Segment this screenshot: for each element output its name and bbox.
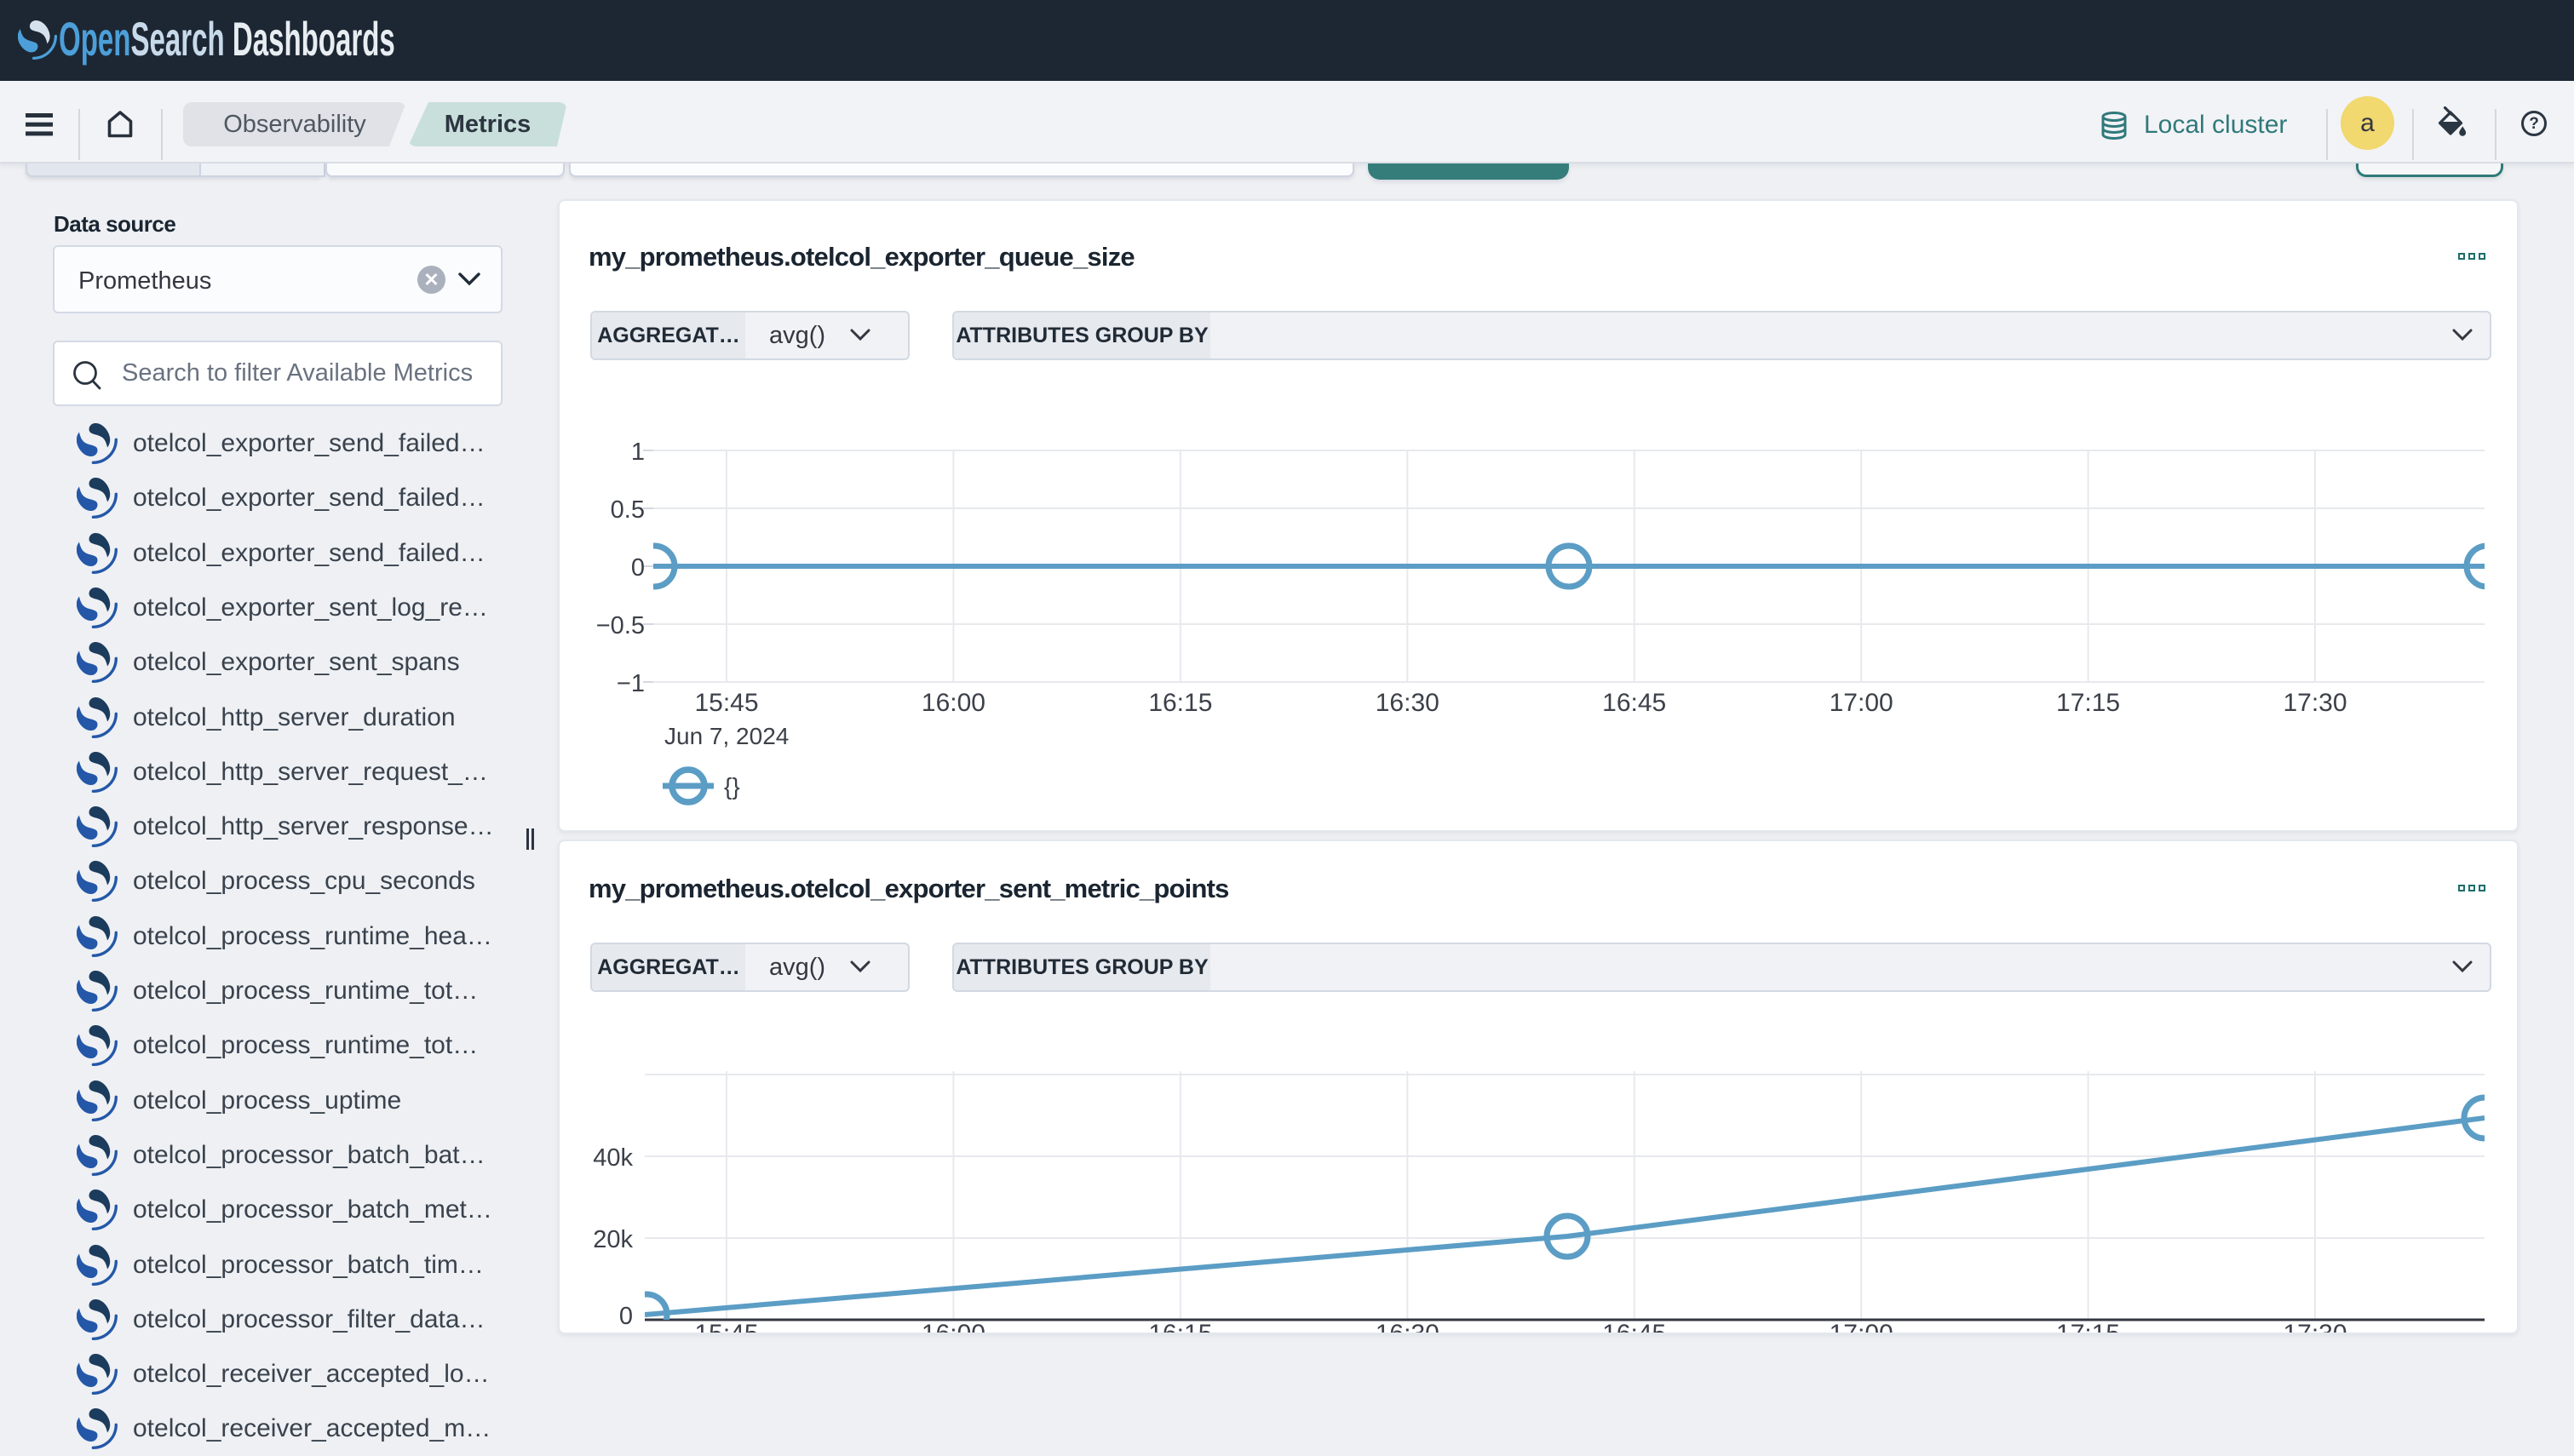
svg-text:1: 1 <box>631 439 645 466</box>
svg-text:17:00: 17:00 <box>1830 689 1893 717</box>
svg-text:17:15: 17:15 <box>2056 689 2120 717</box>
svg-text:16:45: 16:45 <box>1602 1320 1666 1334</box>
svg-text:{}: {} <box>724 773 740 800</box>
svg-text:17:30: 17:30 <box>2283 1320 2347 1334</box>
svg-text:16:45: 16:45 <box>1602 689 1666 717</box>
svg-text:40k: 40k <box>593 1144 633 1172</box>
svg-text:16:30: 16:30 <box>1376 1320 1439 1334</box>
svg-text:−0.5: −0.5 <box>596 612 645 639</box>
svg-text:16:15: 16:15 <box>1148 689 1212 717</box>
svg-text:16:00: 16:00 <box>922 1320 985 1334</box>
svg-text:0.5: 0.5 <box>611 496 645 524</box>
svg-text:16:30: 16:30 <box>1376 689 1439 717</box>
svg-text:17:15: 17:15 <box>2056 1320 2120 1334</box>
svg-text:15:45: 15:45 <box>694 1320 758 1334</box>
svg-text:Jun 7, 2024: Jun 7, 2024 <box>664 723 789 749</box>
svg-text:16:00: 16:00 <box>922 689 985 717</box>
svg-text:17:30: 17:30 <box>2283 689 2347 717</box>
svg-text:20k: 20k <box>593 1226 633 1253</box>
svg-text:16:15: 16:15 <box>1148 1320 1212 1334</box>
svg-text:17:00: 17:00 <box>1830 1320 1893 1334</box>
svg-text:−1: −1 <box>617 670 645 697</box>
svg-text:0: 0 <box>631 554 645 582</box>
svg-text:15:45: 15:45 <box>694 689 758 717</box>
svg-text:0: 0 <box>619 1303 633 1330</box>
svg-text:?: ? <box>2529 115 2539 133</box>
